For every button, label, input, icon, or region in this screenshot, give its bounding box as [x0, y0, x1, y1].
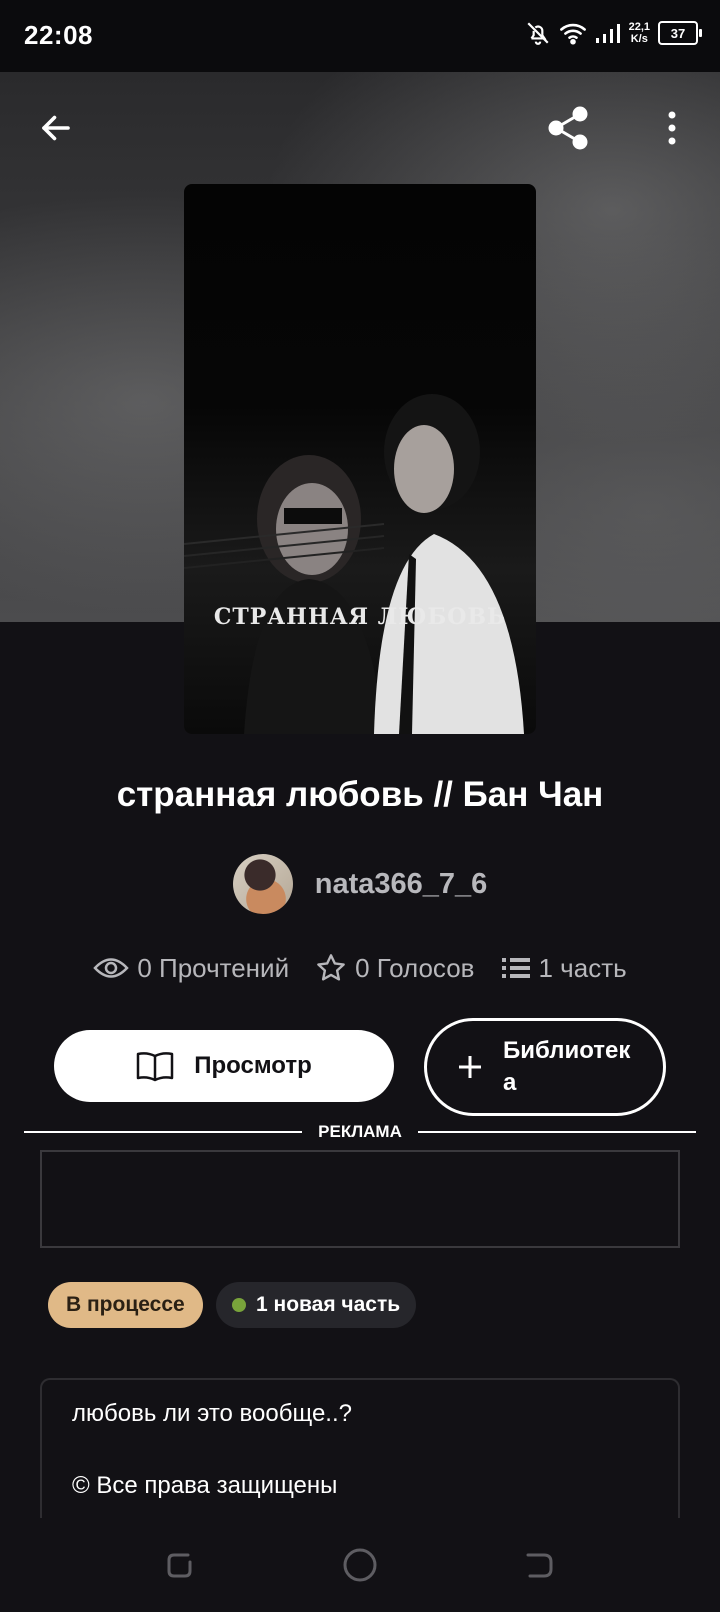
more-button[interactable]: [644, 100, 700, 156]
author-name[interactable]: nata366_7_6: [315, 868, 488, 901]
description-card[interactable]: любовь ли это вообще..? © Все права защи…: [40, 1378, 680, 1518]
star-icon: [317, 954, 345, 981]
battery-icon: 37: [658, 21, 702, 45]
share-icon: [548, 106, 588, 150]
parts-count: 1 часть: [538, 952, 627, 983]
network-speed: 22,1 K/s: [628, 21, 650, 45]
back-arrow-icon: [42, 115, 70, 141]
new-indicator-dot: [232, 1298, 246, 1312]
open-book-icon: [136, 1052, 174, 1082]
book-cover-image[interactable]: СТРАННАЯ ЛЮБОВЬ: [184, 184, 536, 734]
parts-stat: 1 часть: [501, 953, 627, 984]
stats-row: 0 Прочтений 0 Голосов 1 часть: [0, 952, 720, 984]
reads-stat: 0 Прочтений: [93, 953, 289, 984]
recent-apps-icon: [167, 1553, 192, 1578]
copyright-line: © Все права защищены: [72, 1472, 338, 1499]
bell-off-icon: [527, 22, 549, 45]
cover-illustration: [184, 394, 524, 734]
status-time: 22:08: [24, 20, 93, 50]
ad-divider: РЕКЛАМА: [24, 1122, 697, 1142]
add-to-library-button[interactable]: Библиотека: [424, 1018, 666, 1116]
cover-title-text: СТРАННАЯ ЛЮБОВЬ: [213, 604, 507, 630]
plus-icon: [459, 1056, 481, 1078]
home-circle-icon: [343, 1548, 377, 1582]
back-button[interactable]: [28, 100, 84, 156]
author-row[interactable]: nata366_7_6: [0, 854, 720, 914]
read-button-label: Просмотр: [194, 1052, 312, 1079]
votes-count: 0 Голосов: [355, 952, 475, 983]
author-avatar[interactable]: [232, 854, 293, 914]
more-vert-icon: [668, 111, 676, 145]
votes-stat: 0 Голосов: [315, 952, 475, 984]
status-badge: В процессе: [48, 1282, 203, 1328]
back-nav-icon: [526, 1553, 553, 1578]
reads-count: 0 Прочтений: [137, 952, 290, 983]
list-icon: [501, 958, 530, 978]
library-button-label: Библиотека: [503, 1037, 631, 1096]
share-button[interactable]: [540, 100, 596, 156]
description-line: любовь ли это вообще..?: [72, 1400, 352, 1427]
ad-label: РЕКЛАМА: [318, 1122, 402, 1141]
system-nav-bar: [0, 1518, 720, 1612]
new-parts-badge: 1 новая часть: [216, 1282, 417, 1328]
wifi-icon: [559, 23, 586, 45]
recent-apps-button[interactable]: [155, 1540, 205, 1590]
back-nav-button[interactable]: [515, 1540, 565, 1590]
ad-slot[interactable]: [40, 1150, 680, 1248]
signal-icon: [595, 24, 620, 43]
eye-icon: [93, 958, 130, 978]
battery-level: 37: [670, 25, 686, 41]
read-button[interactable]: Просмотр: [54, 1030, 394, 1102]
home-button[interactable]: [335, 1540, 385, 1590]
book-title: странная любовь // Бан Чан: [116, 775, 604, 814]
status-icons: 22,1 K/s 37: [525, 20, 702, 46]
status-bar: 22:08 22,1 K/s 37: [0, 0, 720, 72]
